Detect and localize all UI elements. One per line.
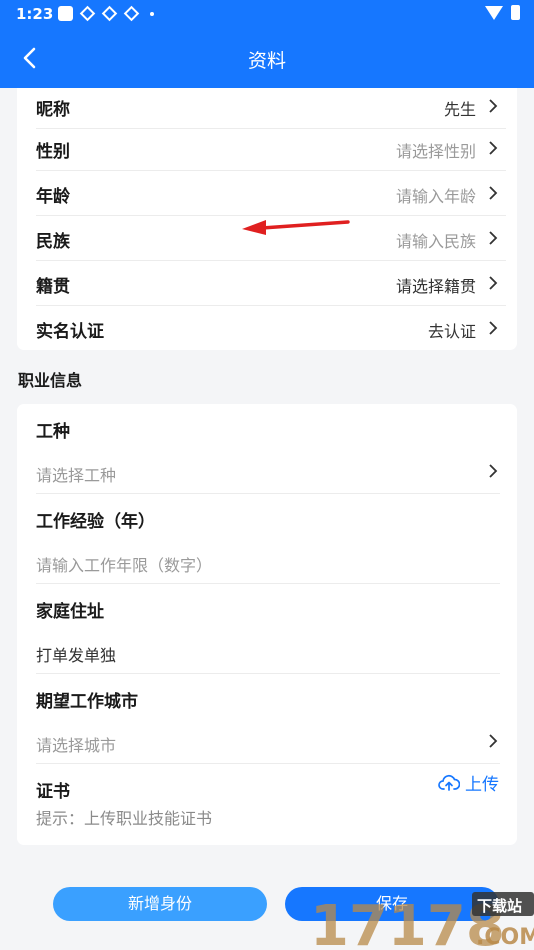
upload-certificate-button[interactable]: 上传 bbox=[438, 770, 499, 795]
status-bar: 1:23 bbox=[0, 0, 534, 28]
notification-app-icon bbox=[80, 6, 95, 21]
system-icons bbox=[485, 5, 520, 20]
row-label: 籍贯 bbox=[36, 277, 70, 297]
profile-row-nickname[interactable]: 昵称 先生 bbox=[36, 83, 506, 129]
notification-app-icon bbox=[102, 6, 117, 21]
row-label: 昵称 bbox=[36, 100, 70, 120]
profile-row-verification[interactable]: 实名认证 去认证 bbox=[36, 305, 506, 350]
chevron-right-icon bbox=[489, 141, 498, 155]
divider bbox=[36, 673, 500, 674]
chevron-right-icon bbox=[489, 231, 498, 245]
status-time: 1:23 bbox=[16, 5, 54, 23]
watermark-text: 下载站 bbox=[477, 897, 522, 915]
row-label: 民族 bbox=[36, 232, 70, 252]
job-info-card: 工种 请选择工种 工作经验（年） 请输入工作年限（数字） 家庭住址 打单发单独 … bbox=[17, 404, 517, 845]
battery-icon bbox=[511, 5, 520, 20]
row-value: 请输入年龄 bbox=[395, 187, 476, 206]
field-label-home-address: 家庭住址 bbox=[36, 602, 104, 622]
profile-row-gender[interactable]: 性别 请选择性别 bbox=[36, 125, 506, 171]
chevron-right-icon bbox=[489, 99, 498, 113]
profile-row-age[interactable]: 年龄 请输入年龄 bbox=[36, 170, 506, 216]
divider bbox=[36, 583, 500, 584]
row-value: 请输入民族 bbox=[395, 232, 476, 251]
row-value: 请选择性别 bbox=[395, 142, 476, 161]
app-bar: 资料 bbox=[0, 28, 534, 88]
chevron-right-icon[interactable] bbox=[486, 462, 500, 480]
chevron-right-icon bbox=[489, 321, 498, 335]
row-label: 年龄 bbox=[36, 187, 70, 207]
profile-row-hometown[interactable]: 籍贯 请选择籍贯 bbox=[36, 260, 506, 306]
row-value: 请选择籍贯 bbox=[395, 277, 476, 296]
page-title: 资料 bbox=[247, 50, 286, 72]
job-type-select[interactable]: 请选择工种 bbox=[36, 462, 116, 486]
profile-card: 昵称 先生 性别 请选择性别 年龄 请输入年龄 民族 请输入民族 籍贯 请选择籍… bbox=[17, 88, 517, 350]
home-address-input[interactable]: 打单发单独 bbox=[36, 642, 116, 666]
notification-app-icon bbox=[124, 6, 139, 21]
divider bbox=[36, 763, 500, 764]
section-title-job-info: 职业信息 bbox=[18, 371, 83, 390]
chevron-right-icon[interactable] bbox=[486, 732, 500, 750]
work-experience-input[interactable]: 请输入工作年限（数字） bbox=[36, 552, 212, 576]
field-label-job-type: 工种 bbox=[36, 422, 70, 442]
more-notifications-dot-icon bbox=[150, 11, 154, 16]
watermark-domain: .COM bbox=[476, 925, 534, 950]
new-identity-button[interactable]: 新增身份 bbox=[53, 887, 267, 921]
profile-row-ethnicity[interactable]: 民族 请输入民族 bbox=[36, 215, 506, 261]
row-label: 实名认证 bbox=[36, 322, 104, 342]
row-label: 性别 bbox=[36, 142, 70, 162]
row-value: 去认证 bbox=[427, 322, 476, 341]
field-label-expected-city: 期望工作城市 bbox=[36, 692, 138, 712]
watermark-logo: 17178 下载站 .COM bbox=[310, 892, 534, 950]
cloud-upload-icon bbox=[438, 774, 460, 791]
chevron-right-icon bbox=[489, 186, 498, 200]
field-label-certificate: 证书 bbox=[36, 782, 70, 802]
chevron-right-icon bbox=[489, 276, 498, 290]
wifi-icon bbox=[485, 5, 503, 20]
certificate-hint: 提示：上传职业技能证书 bbox=[36, 809, 213, 828]
upload-label: 上传 bbox=[465, 775, 499, 795]
field-label-work-experience: 工作经验（年） bbox=[36, 512, 155, 532]
notification-square-icon bbox=[58, 6, 73, 21]
notification-icons bbox=[58, 6, 154, 21]
expected-city-select[interactable]: 请选择城市 bbox=[36, 732, 116, 756]
divider bbox=[36, 493, 500, 494]
row-value: 先生 bbox=[443, 100, 476, 119]
